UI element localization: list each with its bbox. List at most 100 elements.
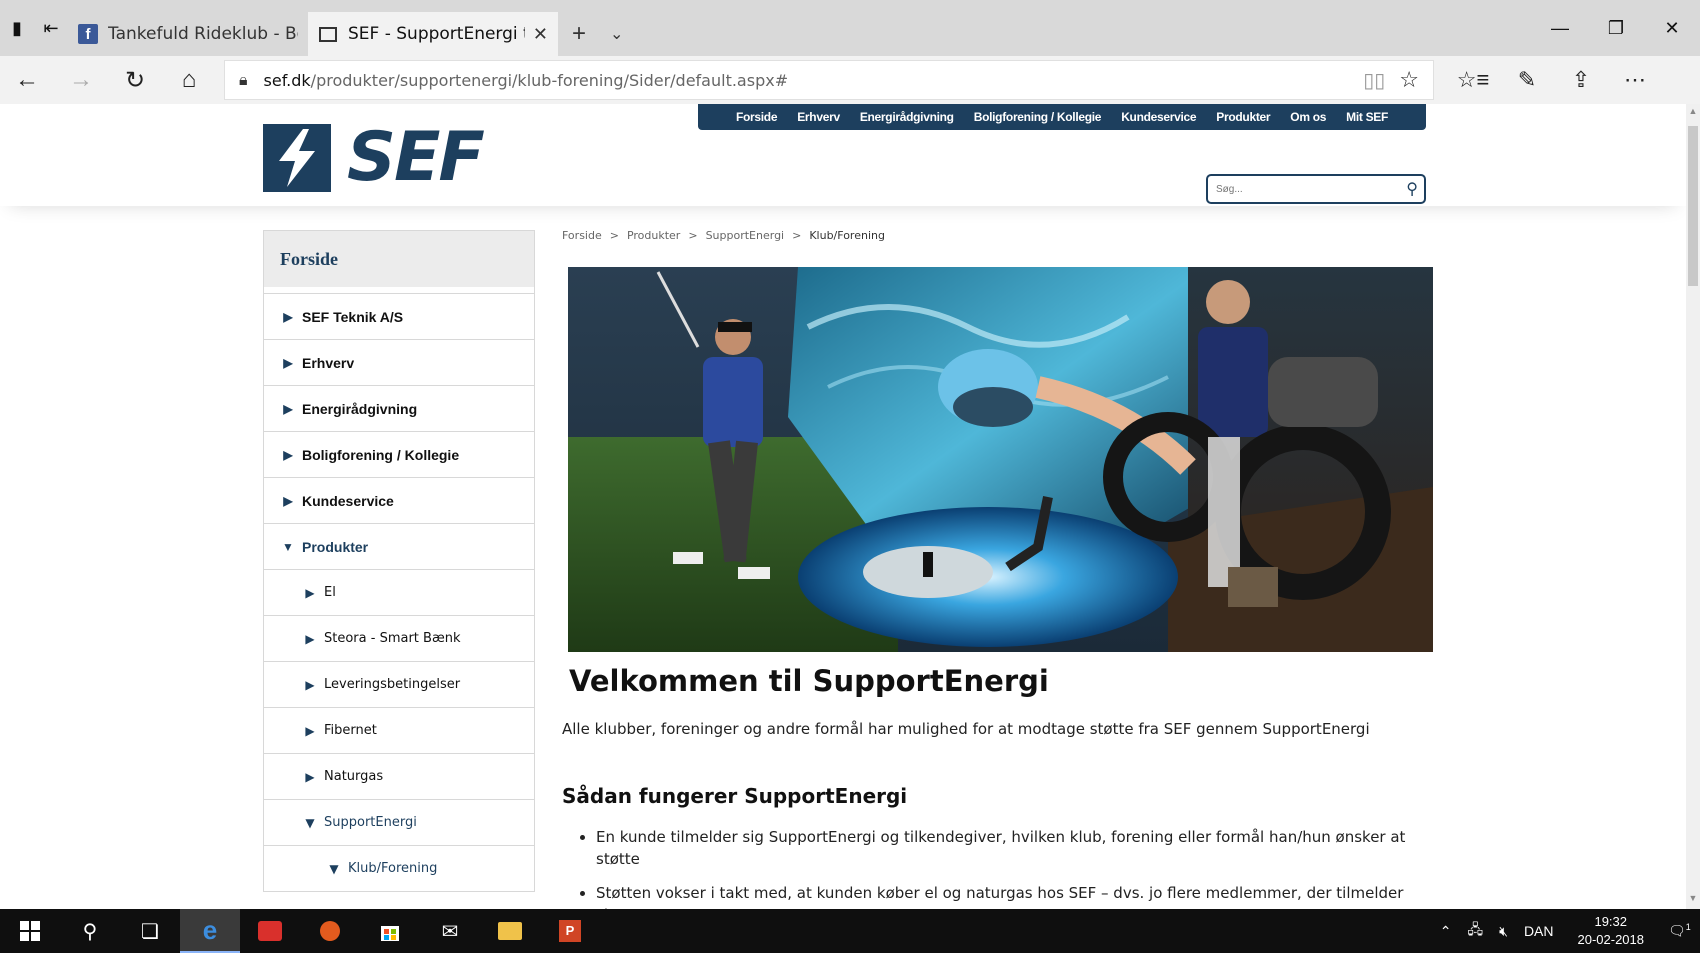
favorite-star-icon[interactable]: ☆ [1399,68,1419,93]
caret-right-icon: ▶ [283,309,293,324]
file-explorer-icon[interactable] [480,909,540,953]
tab-tankefuld[interactable]: f Tankefuld Rideklub - Begive [68,12,308,56]
notification-center-icon[interactable]: 🗨︎1 [1660,922,1700,940]
windows-start-icon[interactable] [0,909,60,953]
close-window-icon[interactable]: ✕ [1644,0,1700,56]
sidebar-item-leveringsbetingelser[interactable]: ▶ Leveringsbetingelser [264,661,534,707]
tab-actions-icon[interactable]: ▮ [0,0,34,56]
scroll-down-icon[interactable]: ▼ [1686,893,1700,907]
topnav-produkter[interactable]: Produkter [1206,110,1280,124]
topnav-boligforening[interactable]: Boligforening / Kollegie [964,110,1111,124]
sidebar-item-label: Produkter [302,538,369,555]
caret-right-icon: ▶ [283,493,293,508]
set-aside-tabs-icon[interactable]: ⇤ [34,0,68,56]
home-icon[interactable]: ⌂ [162,56,216,104]
sef-logo[interactable]: SEF [263,118,485,197]
search-input[interactable] [1216,183,1386,195]
sidebar-item-sef-teknik[interactable]: ▶ SEF Teknik A/S [264,293,534,339]
topnav-mit-sef[interactable]: Mit SEF [1336,110,1398,124]
app-red-book-icon[interactable] [240,909,300,953]
sidebar-item-naturgas[interactable]: ▶ Naturgas [264,753,534,799]
minimize-icon[interactable]: — [1532,0,1588,56]
tab-preview-chevron-icon[interactable]: ⌄ [600,24,633,44]
tray-chevron-icon[interactable]: ⌃ [1432,923,1460,940]
url-field[interactable]: 🔒︎ sef.dk/produkter/supportenergi/klub-f… [224,60,1434,100]
sidebar-item-steora[interactable]: ▶ Steora - Smart Bænk [264,615,534,661]
clock-date: 20-02-2018 [1577,932,1645,947]
caret-right-icon: ▶ [283,401,293,416]
topnav-kundeservice[interactable]: Kundeservice [1111,110,1206,124]
task-view-icon[interactable]: ❏ [120,909,180,953]
topnav-om-os[interactable]: Om os [1280,110,1336,124]
edge-browser-icon[interactable]: e [180,909,240,953]
sidebar-item-label: Klub/Forening [348,861,438,876]
store-icon[interactable] [360,909,420,953]
clock[interactable]: 19:32 20-02-2018 [1562,913,1661,949]
url-path: /produkter/supportenergi/klub-forening/S… [310,70,789,90]
address-bar-row: ← → ↻ ⌂ 🔒︎ sef.dk/produkter/supportenerg… [0,56,1700,104]
topnav-forside[interactable]: Forside [726,110,787,124]
sidebar-item-energiraadgivning[interactable]: ▶ Energirådgivning [264,385,534,431]
sidebar-header[interactable]: Forside [264,231,534,293]
new-tab-icon[interactable]: + [558,20,600,48]
caret-down-icon: ▼ [305,815,315,830]
sidebar-item-label: Kundeservice [302,492,394,509]
more-icon[interactable]: ⋯ [1608,56,1662,104]
volume-muted-icon[interactable]: 🔇︎ [1491,923,1516,940]
sidebar-item-label: SEF Teknik A/S [302,308,404,325]
sidebar-item-kundeservice[interactable]: ▶ Kundeservice [264,477,534,523]
sidebar-item-label: Naturgas [324,769,384,784]
topnav-erhverv[interactable]: Erhverv [787,110,850,124]
tab-bar: ▮ ⇤ f Tankefuld Rideklub - Begive SEF - … [0,0,1700,56]
clock-time: 19:32 [1594,914,1628,929]
url-host: sef.dk [263,70,311,90]
tab-sef[interactable]: SEF - SupportEnergi til ( ✕ [308,12,558,56]
notes-pen-icon[interactable]: ✎ [1500,56,1554,104]
powerpoint-icon[interactable]: P [540,909,600,953]
sidebar-item-label: Fibernet [324,723,377,738]
back-icon[interactable]: ← [0,56,54,104]
bullet-list: En kunde tilmelder sig SupportEnergi og … [596,826,1416,909]
sidebar-item-label: Leveringsbetingelser [324,677,461,692]
language-indicator[interactable]: DAN [1516,923,1562,939]
caret-down-icon: ▼ [329,861,339,876]
scroll-up-icon[interactable]: ▲ [1686,106,1700,120]
refresh-icon[interactable]: ↻ [108,56,162,104]
sidebar-item-supportenergi[interactable]: ▼ SupportEnergi [264,799,534,845]
close-tab-icon[interactable]: ✕ [533,24,548,45]
sidebar-item-produkter[interactable]: ▼ Produkter [264,523,534,569]
windows-taskbar: ⚲ ❏ e ✉ P ⌃ 🖧︎ 🔇︎ DAN 19:32 20-02-2018 🗨… [0,909,1700,953]
sidebar-item-boligforening[interactable]: ▶ Boligforening / Kollegie [264,431,534,477]
sidebar-item-erhverv[interactable]: ▶ Erhverv [264,339,534,385]
top-navigation: Forside Erhverv Energirådgivning Boligfo… [698,104,1426,130]
scrollbar-thumb[interactable] [1688,126,1698,286]
restore-icon[interactable]: ❐ [1588,0,1644,56]
sidebar-item-el[interactable]: ▶ El [264,569,534,615]
caret-right-icon: ▶ [305,585,315,600]
share-icon[interactable]: ⇪ [1554,56,1608,104]
reading-view-icon[interactable]: ▯▯ [1363,68,1385,92]
page-scrollbar[interactable]: ▲ ▼ [1686,104,1700,909]
network-icon[interactable]: 🖧︎ [1459,919,1491,943]
breadcrumb-supportenergi[interactable]: SupportEnergi [706,229,785,242]
search-icon[interactable]: ⚲ [1406,179,1418,199]
forward-icon[interactable]: → [54,56,108,104]
sidebar-item-label: Steora - Smart Bænk [324,631,461,646]
breadcrumb-forside[interactable]: Forside [562,229,602,242]
app-orange-pin-icon[interactable] [300,909,360,953]
sidebar-item-label: Energirådgivning [302,400,418,417]
page-icon [318,24,338,44]
list-item: En kunde tilmelder sig SupportEnergi og … [596,826,1416,870]
search-icon[interactable]: ⚲ [60,909,120,953]
caret-right-icon: ▶ [305,631,315,646]
favorites-hub-icon[interactable]: ☆≡ [1446,56,1500,104]
sidebar-item-fibernet[interactable]: ▶ Fibernet [264,707,534,753]
topnav-energiraadgivning[interactable]: Energirådgivning [850,110,964,124]
sidebar-item-label: Erhverv [302,354,355,371]
breadcrumb-produkter[interactable]: Produkter [627,229,680,242]
sidebar-item-klub-forening[interactable]: ▼ Klub/Forening [264,845,534,891]
intro-text: Alle klubber, foreninger og andre formål… [562,720,1370,738]
lightning-logo-icon [263,123,331,192]
caret-right-icon: ▶ [305,769,315,784]
mail-icon[interactable]: ✉ [420,909,480,953]
